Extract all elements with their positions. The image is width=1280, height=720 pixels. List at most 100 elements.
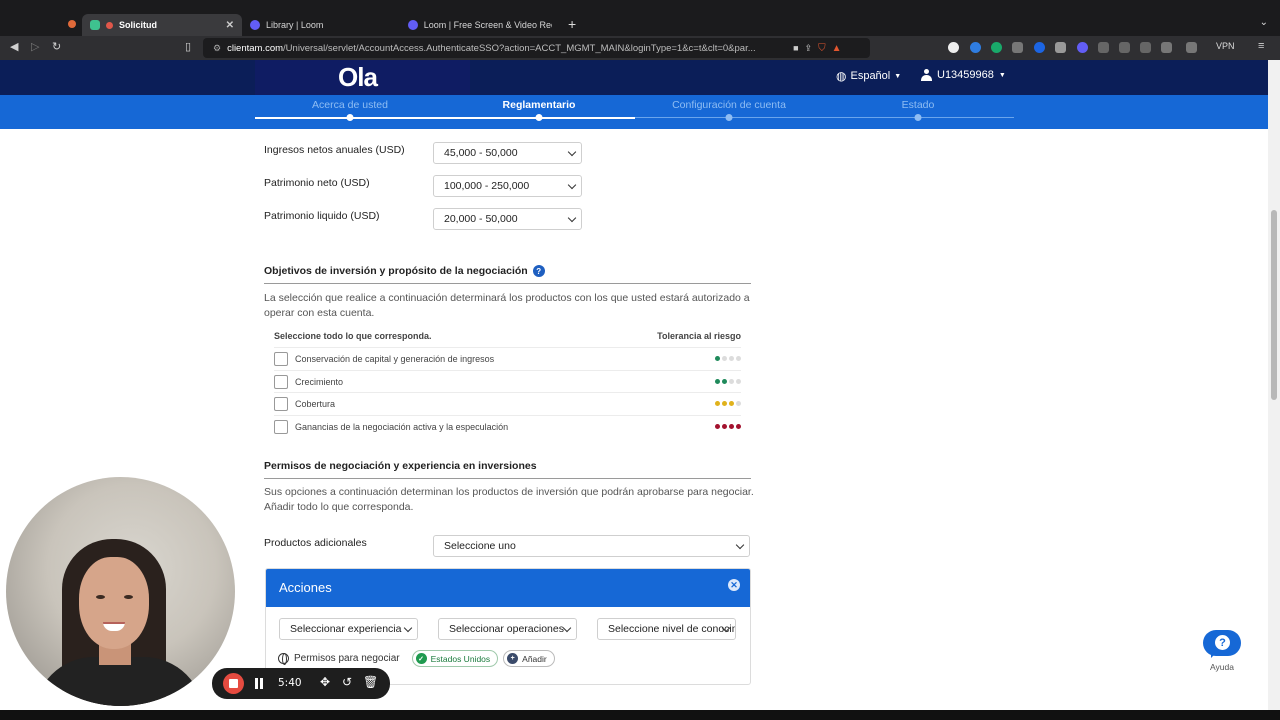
objective-option-conservacion[interactable]: Conservación de capital y generación de …: [274, 347, 741, 369]
permissions-description: Sus opciones a continuación determinan l…: [264, 486, 754, 513]
user-id: U13459968: [937, 69, 994, 81]
option-label: Crecimiento: [295, 376, 344, 387]
loom-favicon-icon: [408, 20, 418, 30]
page-scrollbar[interactable]: [1268, 60, 1280, 710]
risk-dot: [729, 356, 734, 361]
extension-icon[interactable]: [970, 42, 981, 53]
camera-icon[interactable]: ■: [793, 43, 798, 53]
loom-record-controls: 5:40 ✥ ↺ 🗑: [212, 668, 390, 699]
forward-icon[interactable]: ▷: [31, 40, 39, 53]
sidebar-icon[interactable]: [1161, 42, 1172, 53]
help-icon[interactable]: ?: [532, 265, 545, 277]
wallet-icon[interactable]: [1186, 42, 1197, 53]
tab-library-loom[interactable]: Library | Loom: [242, 14, 400, 36]
scrollbar-thumb[interactable]: [1271, 210, 1277, 400]
option-label: Ganancias de la negociación activa y la …: [295, 421, 509, 432]
user-icon: [921, 69, 932, 81]
translate-icon[interactable]: [1012, 42, 1023, 53]
bookmark-icon[interactable]: ▯: [185, 40, 191, 53]
checkbox[interactable]: [274, 374, 288, 389]
pill-label: Añadir: [522, 653, 547, 664]
reload-icon[interactable]: ↻: [52, 40, 61, 53]
step-estado: Estado: [901, 99, 935, 111]
close-tab-icon[interactable]: ✕: [226, 20, 234, 31]
check-icon: ✓: [415, 653, 427, 664]
risk-dot: [715, 401, 720, 406]
grammarly-icon[interactable]: [991, 42, 1002, 53]
risk-dot: [715, 356, 720, 361]
chevron-down-icon[interactable]: ⌄: [1260, 17, 1268, 28]
checkbox[interactable]: [274, 396, 288, 411]
country-pill[interactable]: ✓ Estados Unidos: [411, 650, 499, 667]
liquid-net-worth-label: Patrimonio liquido (USD): [264, 210, 380, 222]
brave-shield-icon[interactable]: ⛉: [818, 43, 826, 54]
rewards-icon[interactable]: ▲: [832, 43, 842, 54]
annual-income-label: Ingresos netos anuales (USD): [264, 144, 405, 156]
address-bar[interactable]: ⚙ clientam.com/Universal/servlet/Account…: [203, 38, 870, 58]
extension-icon[interactable]: [1055, 42, 1066, 53]
checkbox[interactable]: [274, 419, 288, 434]
site-info-icon[interactable]: ⚙: [213, 43, 221, 54]
question-icon: ?: [1215, 635, 1230, 650]
objective-option-cobertura[interactable]: Cobertura: [274, 392, 741, 414]
step-dot: [725, 114, 733, 121]
net-worth-select[interactable]: 100,000 - 250,000: [433, 175, 582, 197]
knowledge-select[interactable]: Seleccione nivel de conocimiento: [597, 618, 736, 640]
close-icon[interactable]: ✕: [728, 579, 740, 591]
back-icon[interactable]: ◀: [10, 40, 18, 53]
experience-select[interactable]: Seleccionar experiencia: [279, 618, 418, 640]
language-selector[interactable]: ◍ Español ▼: [836, 69, 901, 83]
loom-extension-icon[interactable]: [1077, 42, 1088, 53]
move-icon[interactable]: ✥: [320, 675, 330, 689]
vpn-button[interactable]: VPN: [1216, 41, 1235, 51]
download-icon[interactable]: [1140, 42, 1151, 53]
user-menu[interactable]: U13459968 ▼: [921, 69, 1006, 81]
net-worth-label: Patrimonio neto (USD): [264, 177, 370, 189]
option-label: Cobertura: [295, 398, 336, 409]
caret-down-icon: ▼: [998, 71, 1006, 79]
recording-timer: 5:40: [278, 677, 302, 689]
new-tab-icon[interactable]: +: [568, 16, 576, 32]
tab-loom-record[interactable]: Loom | Free Screen & Video Record: [400, 14, 560, 36]
restart-icon[interactable]: ↺: [342, 675, 352, 689]
select-value: Seleccione nivel de conocimiento: [608, 623, 735, 635]
risk-dot: [736, 401, 741, 406]
liquid-net-worth-select[interactable]: 20,000 - 50,000: [433, 208, 582, 230]
risk-dot: [729, 379, 734, 384]
trash-icon[interactable]: 🗑: [363, 675, 378, 689]
help-label: Ayuda: [1210, 662, 1234, 672]
objective-option-especulacion[interactable]: Ganancias de la negociación activa y la …: [274, 415, 741, 437]
risk-dot: [722, 356, 727, 361]
annual-income-select[interactable]: 45,000 - 50,000: [433, 142, 582, 164]
select-value: 20,000 - 50,000: [444, 213, 518, 225]
browser-tab-bar: Solicitud ✕ Library | Loom Loom | Free S…: [0, 0, 1280, 36]
extension-icon[interactable]: [948, 42, 959, 53]
music-icon[interactable]: [1119, 42, 1130, 53]
step-acerca[interactable]: Acerca de usted: [312, 99, 388, 111]
recording-favicon-icon: [106, 21, 113, 29]
stop-recording-button[interactable]: [223, 673, 244, 694]
menu-icon[interactable]: ≡: [1258, 40, 1264, 52]
operations-select[interactable]: Seleccionar operaciones: [438, 618, 577, 640]
risk-dot: [729, 401, 734, 406]
share-icon[interactable]: ⇪: [805, 43, 813, 54]
puzzle-icon[interactable]: [1098, 42, 1109, 53]
help-button[interactable]: ?: [1203, 630, 1241, 658]
site-logo[interactable]: Ola: [338, 62, 378, 93]
checkbox[interactable]: [274, 351, 288, 366]
option-label: Conservación de capital y generación de …: [295, 353, 495, 364]
objective-option-crecimiento[interactable]: Crecimiento: [274, 370, 741, 392]
tab-solicitud[interactable]: Solicitud ✕: [82, 14, 242, 36]
additional-products-select[interactable]: Seleccione uno: [433, 535, 750, 557]
section-heading: Objetivos de inversión y propósito de la…: [264, 265, 528, 277]
pause-icon[interactable]: [255, 678, 263, 689]
add-country-button[interactable]: + Añadir: [503, 650, 555, 667]
webcam-person: [96, 595, 105, 599]
select-value: Seleccionar experiencia: [290, 623, 402, 635]
site-header: Ola ◍ Español ▼ U13459968 ▼: [0, 60, 1268, 95]
webcam-bubble[interactable]: [6, 477, 235, 706]
plus-icon: +: [507, 653, 519, 664]
risk-dot: [736, 424, 741, 429]
actions-panel-title: Acciones: [279, 580, 332, 595]
extension-icon[interactable]: [1034, 42, 1045, 53]
